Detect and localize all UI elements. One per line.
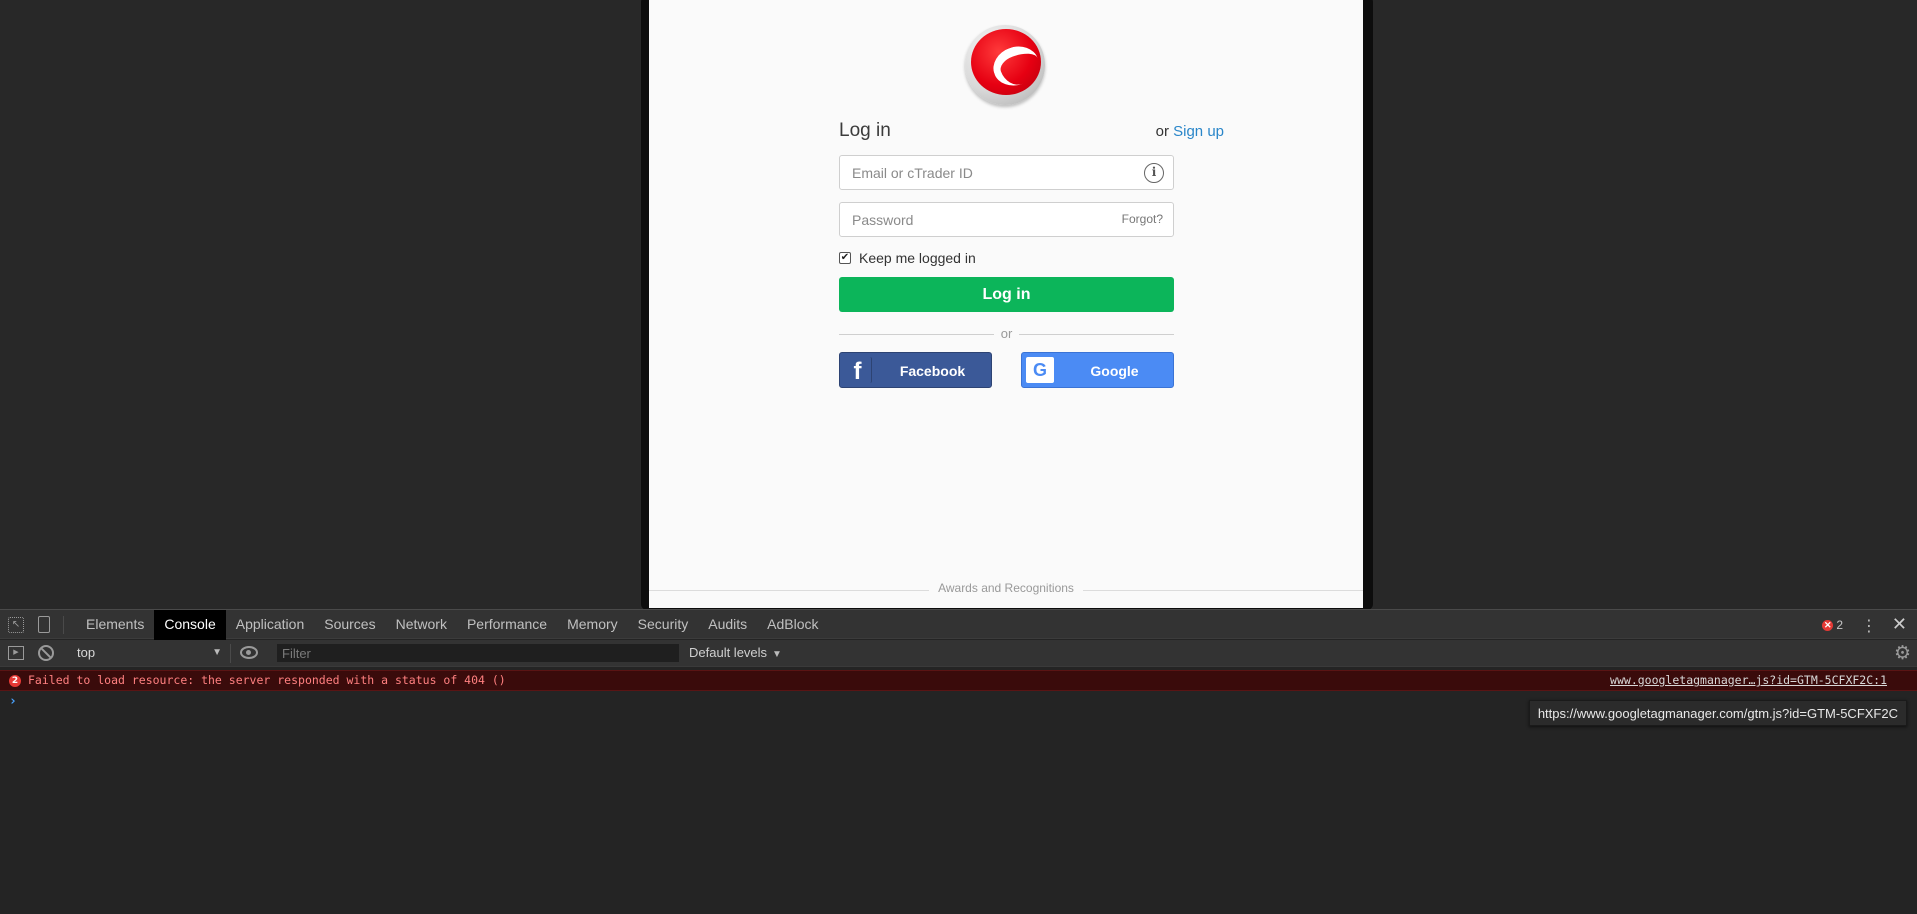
device-toolbar-icon[interactable] [38,616,50,633]
tab-adblock[interactable]: AdBlock [757,610,828,640]
login-title: Log in [839,120,891,141]
logo-swoosh [987,40,1045,92]
tab-security[interactable]: Security [628,610,699,640]
awards-heading: Awards and Recognitions [649,581,1363,595]
awards-heading-text: Awards and Recognitions [929,581,1083,595]
log-levels-value: Default levels [689,645,768,660]
devtools-tabs: Elements Console Application Sources Net… [76,610,829,640]
chevron-down-icon: ▼ [772,649,782,660]
tab-performance[interactable]: Performance [457,610,557,640]
facebook-icon: f [844,357,872,385]
console-input[interactable] [24,695,1524,713]
login-button[interactable]: Log in [839,277,1174,312]
error-icon: 2 [9,675,21,687]
more-vertical-icon[interactable]: ⋮ [1861,616,1877,635]
toolbar-separator [230,644,231,663]
logo-red-disc [971,29,1045,95]
eye-icon[interactable] [240,646,258,659]
sidebar-toggle-icon[interactable]: ▶ [8,646,24,660]
tab-network[interactable]: Network [386,610,457,640]
gear-icon[interactable]: ⚙ [1894,643,1911,663]
console-error-source-link[interactable]: www.googletagmanager…js?id=GTM-5CFXF2C:1 [1610,673,1887,687]
error-counter[interactable]: ✕ 2 [1822,618,1843,632]
facebook-button-label: Facebook [899,363,966,379]
info-icon[interactable]: i [1144,163,1164,183]
google-button-label: Google [1090,363,1139,379]
console-error-message: Failed to load resource: the server resp… [28,673,506,687]
error-icon: ✕ [1822,619,1834,631]
signup-link[interactable]: Sign up [1173,123,1224,140]
email-input[interactable] [840,156,1173,189]
tab-elements[interactable]: Elements [76,610,154,640]
password-field[interactable]: Forgot? [839,202,1174,237]
inspect-element-icon[interactable]: ↖ [8,617,24,633]
context-value: top [77,645,96,660]
device-screen: Log in or Sign up i Forgot? ✔ Keep me lo… [649,0,1363,608]
ctrader-logo-icon [965,25,1045,105]
log-levels-dropdown[interactable]: Default levels ▼ [689,643,782,663]
google-icon: G [1026,357,1054,383]
close-icon[interactable]: ✕ [1892,614,1907,635]
tab-sources[interactable]: Sources [314,610,385,640]
clear-console-icon[interactable] [38,645,54,661]
keep-logged-in-checkbox[interactable]: ✔ [839,252,851,264]
keep-logged-in-row[interactable]: ✔ Keep me logged in [839,250,976,266]
console-error-row: 2 Failed to load resource: the server re… [0,670,1917,691]
email-field[interactable]: i [839,155,1174,190]
console-toolbar: ▶ top ▼ Default levels ▼ ⚙ [0,640,1917,667]
devtools-panel: ↖ Elements Console Application Sources N… [0,609,1917,914]
error-count: 2 [1836,618,1843,632]
context-selector[interactable]: top ▼ [70,643,222,663]
tab-audits[interactable]: Audits [698,610,757,640]
or-divider: or [839,326,1174,341]
filter-input[interactable] [276,643,680,663]
keep-logged-in-label[interactable]: Keep me logged in [859,250,976,266]
url-tooltip: https://www.googletagmanager.com/gtm.js?… [1528,700,1907,726]
divider-line-right [1019,334,1174,335]
console-prompt-icon: › [9,694,17,709]
tab-memory[interactable]: Memory [557,610,628,640]
page-viewport: Log in or Sign up i Forgot? ✔ Keep me lo… [0,0,1917,609]
or-text: or [1155,123,1169,140]
tab-application[interactable]: Application [226,610,315,640]
forgot-password-link[interactable]: Forgot? [1122,212,1163,226]
tabbar-separator [63,616,64,634]
devtools-tabbar: ↖ Elements Console Application Sources N… [0,609,1917,640]
signup-prompt: or Sign up [1109,123,1224,140]
tab-console[interactable]: Console [154,610,226,640]
facebook-login-button[interactable]: f Facebook [839,352,992,388]
chevron-down-icon: ▼ [212,647,222,658]
google-login-button[interactable]: G Google [1021,352,1174,388]
